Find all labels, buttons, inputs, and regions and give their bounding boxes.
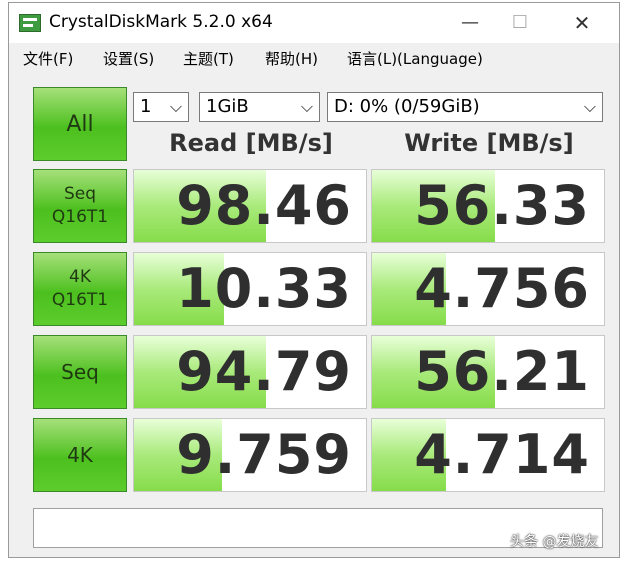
menu-help[interactable]: 帮助(H) — [265, 48, 318, 69]
menu-bar: 文件(F) 设置(S) 主题(T) 帮助(H) 语言(L)(Language) — [9, 43, 619, 71]
read-speed-value: 10.33 — [176, 257, 352, 320]
menu-language[interactable]: 语言(L)(Language) — [347, 48, 483, 69]
chevron-down-icon: ⌵ — [583, 97, 596, 116]
menu-theme[interactable]: 主题(T) — [183, 48, 234, 69]
all-button[interactable]: All — [33, 87, 127, 161]
write-result-cell: 4.756 — [371, 252, 605, 326]
read-column-header: Read [MB/s] — [169, 129, 333, 157]
write-result-cell: 56.33 — [371, 169, 605, 243]
close-button[interactable]: ✕ — [559, 3, 605, 43]
drive-select[interactable]: D: 0% (0/59GiB) ⌵ — [327, 92, 603, 122]
read-result-cell: 10.33 — [133, 252, 367, 326]
watermark-text: 头条 @发烧友 — [510, 534, 599, 550]
write-speed-value: 56.21 — [414, 340, 590, 403]
chevron-down-icon: ⌵ — [169, 97, 182, 116]
drive-select-value: D: 0% (0/59GiB) — [334, 96, 480, 117]
chevron-down-icon: ⌵ — [300, 97, 313, 116]
read-speed-value: 98.46 — [176, 174, 352, 237]
read-result-cell: 98.46 — [133, 169, 367, 243]
write-speed-value: 56.33 — [414, 174, 590, 237]
write-speed-value: 4.756 — [414, 257, 590, 320]
test-label-line1: Seq — [61, 359, 99, 384]
4k-q16t1-button[interactable]: 4K Q16T1 — [33, 252, 127, 326]
count-select-value: 1 — [140, 96, 152, 117]
test-label-line2: Q16T1 — [51, 207, 109, 227]
disk-app-icon — [19, 14, 41, 32]
seq-button[interactable]: Seq — [33, 335, 127, 409]
write-result-cell: 4.714 — [371, 418, 605, 492]
test-label-line1: 4K — [69, 267, 91, 287]
4k-button[interactable]: 4K — [33, 418, 127, 492]
count-select[interactable]: 1 ⌵ — [133, 92, 189, 122]
app-window: CrystalDiskMark 5.2.0 x64 — ☐ ✕ 文件(F) 设置… — [8, 2, 620, 558]
write-column-header: Write [MB/s] — [404, 129, 574, 157]
test-label-line2: Q16T1 — [51, 290, 109, 310]
minimize-button[interactable]: — — [447, 3, 493, 43]
read-speed-value: 9.759 — [176, 423, 352, 486]
read-speed-value: 94.79 — [176, 340, 352, 403]
test-label-line1: 4K — [67, 442, 93, 467]
seq-q16t1-button[interactable]: Seq Q16T1 — [33, 169, 127, 243]
test-label-line1: Seq — [63, 184, 97, 204]
menu-file[interactable]: 文件(F) — [23, 48, 73, 69]
menu-settings[interactable]: 设置(S) — [103, 48, 154, 69]
write-speed-value: 4.714 — [414, 423, 590, 486]
read-result-cell: 94.79 — [133, 335, 367, 409]
window-title: CrystalDiskMark 5.2.0 x64 — [49, 12, 273, 32]
maximize-button[interactable]: ☐ — [497, 3, 543, 43]
title-bar[interactable]: CrystalDiskMark 5.2.0 x64 — ☐ ✕ — [9, 3, 619, 43]
size-select[interactable]: 1GiB ⌵ — [199, 92, 320, 122]
size-select-value: 1GiB — [206, 96, 249, 117]
read-result-cell: 9.759 — [133, 418, 367, 492]
write-result-cell: 56.21 — [371, 335, 605, 409]
